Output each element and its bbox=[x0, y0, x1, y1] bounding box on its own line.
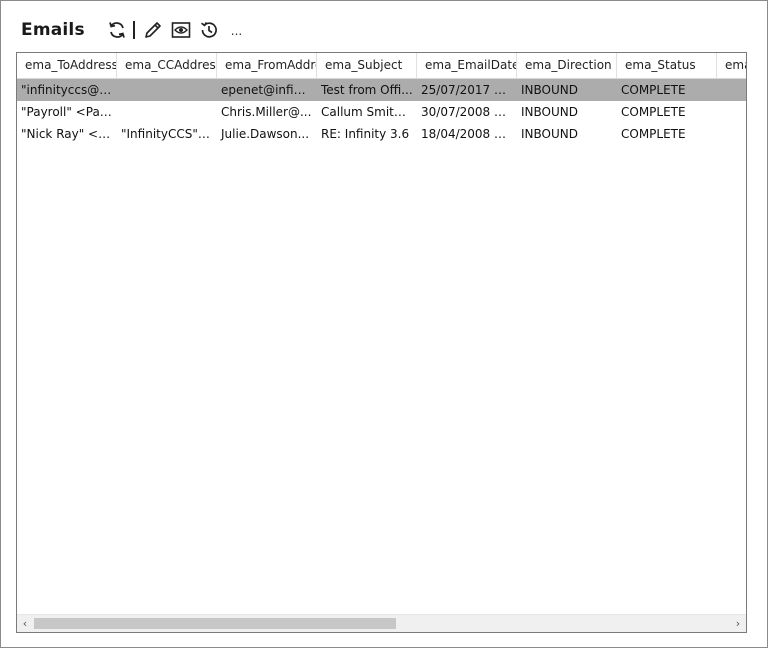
cell-subject: Callum Smith ... bbox=[321, 105, 417, 119]
column-header-email-date[interactable]: ema_EmailDate bbox=[417, 53, 517, 78]
refresh-icon bbox=[108, 22, 125, 38]
column-header-from-address[interactable]: ema_FromAddress bbox=[217, 53, 317, 78]
cell-subject: Test from Offi... bbox=[321, 83, 413, 97]
emails-panel: Emails ... ema_ToAddress ema_CCAddress e… bbox=[0, 0, 768, 648]
cell-partial bbox=[717, 79, 746, 101]
view-icon bbox=[171, 22, 191, 38]
column-header-cc-address[interactable]: ema_CCAddress bbox=[117, 53, 217, 78]
cell-direction: INBOUND bbox=[521, 105, 578, 119]
cell-email-date: 18/04/2008 1... bbox=[421, 127, 514, 141]
toolbar-separator bbox=[132, 21, 135, 39]
scrollbar-thumb[interactable] bbox=[34, 618, 396, 629]
edit-icon bbox=[144, 22, 161, 38]
cell-direction: INBOUND bbox=[521, 127, 578, 141]
column-header-to-address[interactable]: ema_ToAddress bbox=[17, 53, 117, 78]
history-icon bbox=[200, 21, 217, 38]
cell-from-address: epenet@infinit... bbox=[221, 83, 317, 97]
scroll-left-button[interactable]: ‹ bbox=[17, 615, 33, 632]
grid-header-row: ema_ToAddress ema_CCAddress ema_FromAddr… bbox=[17, 53, 746, 79]
column-header-subject[interactable]: ema_Subject bbox=[317, 53, 417, 78]
cell-status: COMPLETE bbox=[621, 105, 686, 119]
chevron-right-icon: › bbox=[735, 617, 741, 630]
panel-header: Emails ... bbox=[21, 15, 242, 45]
cell-partial bbox=[717, 101, 746, 123]
edit-button[interactable] bbox=[141, 18, 165, 42]
cell-cc-address bbox=[117, 101, 217, 123]
column-header-status[interactable]: ema_Status bbox=[617, 53, 717, 78]
cell-status: COMPLETE bbox=[621, 127, 686, 141]
more-button[interactable]: ... bbox=[231, 24, 242, 38]
cell-subject: RE: Infinity 3.6 bbox=[321, 127, 410, 141]
view-button[interactable] bbox=[169, 18, 193, 42]
chevron-left-icon: ‹ bbox=[22, 617, 28, 630]
horizontal-scrollbar[interactable]: ‹ › bbox=[17, 614, 746, 632]
history-button[interactable] bbox=[197, 18, 221, 42]
cell-email-date: 25/07/2017 1... bbox=[421, 83, 514, 97]
column-header-direction[interactable]: ema_Direction bbox=[517, 53, 617, 78]
cell-cc-address: "InfinityCCS" <... bbox=[121, 127, 217, 141]
cell-from-address: Chris.Miller@... bbox=[221, 105, 312, 119]
cell-cc-address bbox=[117, 79, 217, 101]
column-header-partial[interactable]: ema_ bbox=[717, 53, 746, 78]
table-row[interactable]: "Nick Ray" <N... "InfinityCCS" <... Juli… bbox=[17, 123, 746, 145]
grid-body: "infinityccs@z... epenet@infinit... Test… bbox=[17, 79, 746, 145]
cell-to-address: "Payroll" <Pay... bbox=[21, 105, 117, 119]
refresh-button[interactable] bbox=[105, 18, 129, 42]
cell-to-address: "infinityccs@z... bbox=[21, 83, 117, 97]
cell-email-date: 30/07/2008 1... bbox=[421, 105, 514, 119]
cell-status: COMPLETE bbox=[621, 83, 686, 97]
cell-to-address: "Nick Ray" <N... bbox=[21, 127, 117, 141]
panel-title: Emails bbox=[21, 20, 85, 40]
table-row[interactable]: "infinityccs@z... epenet@infinit... Test… bbox=[17, 79, 746, 101]
cell-partial bbox=[717, 123, 746, 145]
table-row[interactable]: "Payroll" <Pay... Chris.Miller@... Callu… bbox=[17, 101, 746, 123]
cell-from-address: Julie.Dawson... bbox=[221, 127, 310, 141]
cell-direction: INBOUND bbox=[521, 83, 578, 97]
scroll-right-button[interactable]: › bbox=[730, 615, 746, 632]
emails-grid[interactable]: ema_ToAddress ema_CCAddress ema_FromAddr… bbox=[16, 52, 747, 633]
